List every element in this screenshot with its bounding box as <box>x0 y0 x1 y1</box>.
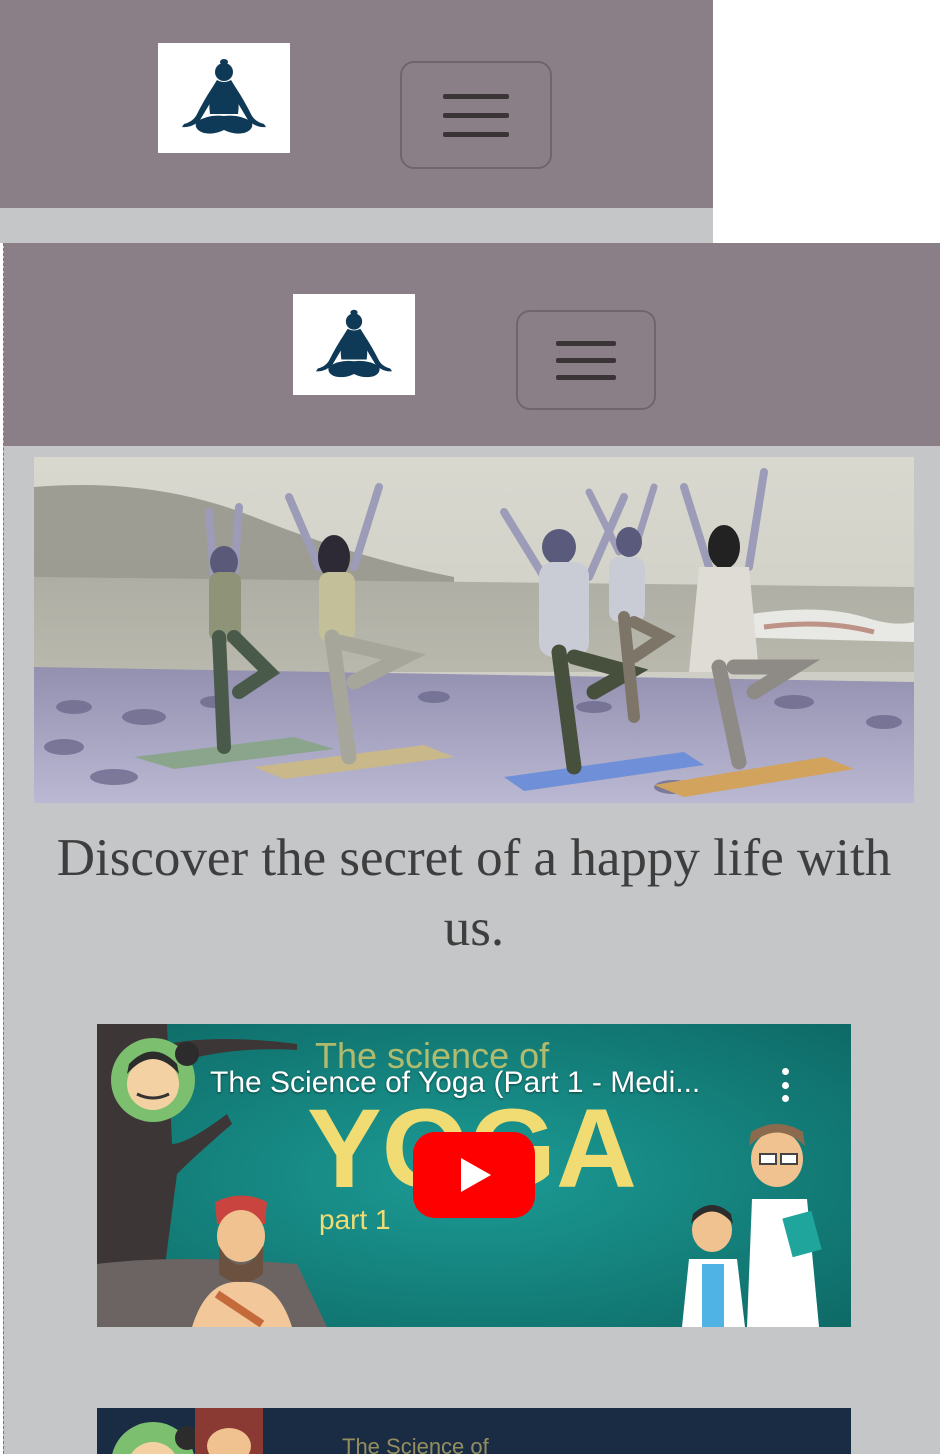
meditation-figure-icon <box>316 309 392 377</box>
top-page-strip <box>0 208 713 243</box>
video-title[interactable]: The Science of Yoga (Part 1 - Medi... <box>210 1066 700 1100</box>
top-navbar <box>0 0 713 208</box>
page-container: Discover the secret of a happy life with… <box>3 243 940 1454</box>
hamburger-menu-icon <box>556 340 616 346</box>
hamburger-bar <box>556 374 616 380</box>
thumbnail-heading-2: The Science of <box>342 1434 490 1454</box>
hamburger-bar <box>443 112 509 118</box>
menu-toggle-button[interactable] <box>516 310 656 410</box>
meditation-figure-icon <box>182 59 266 134</box>
youtube-video-embed-2[interactable]: The Science of <box>97 1408 851 1454</box>
brand-logo[interactable] <box>293 294 415 395</box>
menu-toggle-button[interactable] <box>400 61 552 169</box>
vertical-dots-icon[interactable] <box>775 1068 795 1102</box>
hamburger-menu-icon <box>443 93 509 99</box>
brand-logo[interactable] <box>158 43 290 153</box>
youtube-video-embed[interactable]: The science of YOGA part 1 The Science o… <box>97 1024 851 1327</box>
video-thumbnail-2: The Science of <box>97 1408 851 1454</box>
hamburger-bar <box>443 131 509 137</box>
youtube-play-icon[interactable] <box>413 1132 535 1218</box>
hamburger-bar <box>556 357 616 363</box>
tagline-heading: Discover the secret of a happy life with… <box>56 829 892 957</box>
thumbnail-part: part 1 <box>319 1204 391 1235</box>
navbar <box>4 243 940 446</box>
hero-image-illustration <box>34 457 914 803</box>
hero-image <box>34 457 914 803</box>
